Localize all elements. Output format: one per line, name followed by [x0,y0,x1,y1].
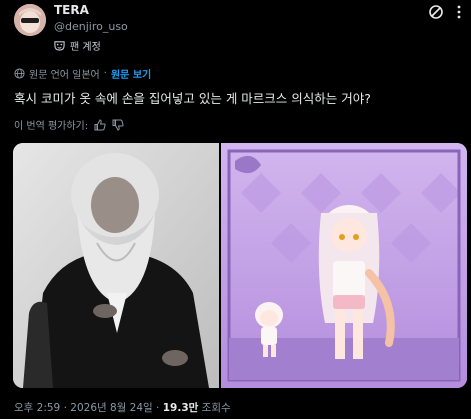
fan-account-badge: 팬 계정 [54,38,101,53]
view-count-label: 조회수 [201,402,231,414]
post-date[interactable]: 2026년 8월 24일 [70,402,152,414]
globe-icon [14,68,25,79]
slash-circle-icon[interactable] [428,4,444,20]
more-vertical-icon[interactable] [452,4,466,20]
display-name[interactable]: TERA [54,3,89,17]
show-original-link[interactable]: 원문 보기 [111,66,151,81]
rate-translation-label: 이 번역 평가하기: [14,121,89,132]
separator-dot: · [103,68,107,79]
post-time[interactable]: 오후 2:59 [14,402,60,414]
translation-language-label: 원문 언어 일본어 [29,70,100,81]
photo-left[interactable] [13,143,219,388]
separator-dot: · [63,402,67,414]
thumbs-down-icon[interactable] [112,119,124,131]
avatar[interactable] [14,4,46,36]
tweet-text: 혹시 코미가 옷 속에 손을 집어넣고 있는 게 마르크스 의식하는 거야? [14,91,371,106]
view-count: 19.3만 [162,402,199,414]
fan-mask-icon [54,41,65,51]
rate-translation-row: 이 번역 평가하기: [14,117,124,132]
fan-account-label: 팬 계정 [70,42,101,53]
thumbs-up-icon[interactable] [94,118,106,131]
illustration-right[interactable] [221,143,467,388]
user-handle[interactable]: @denjiro_uso [54,20,128,33]
separator-dot: · [156,402,160,414]
tweet-meta: 오후 2:59 · 2026년 8월 24일 · 19.3만 조회수 [14,400,231,415]
translation-notice: 원문 언어 일본어 · 원문 보기 [14,66,151,81]
media-grid [13,143,467,388]
